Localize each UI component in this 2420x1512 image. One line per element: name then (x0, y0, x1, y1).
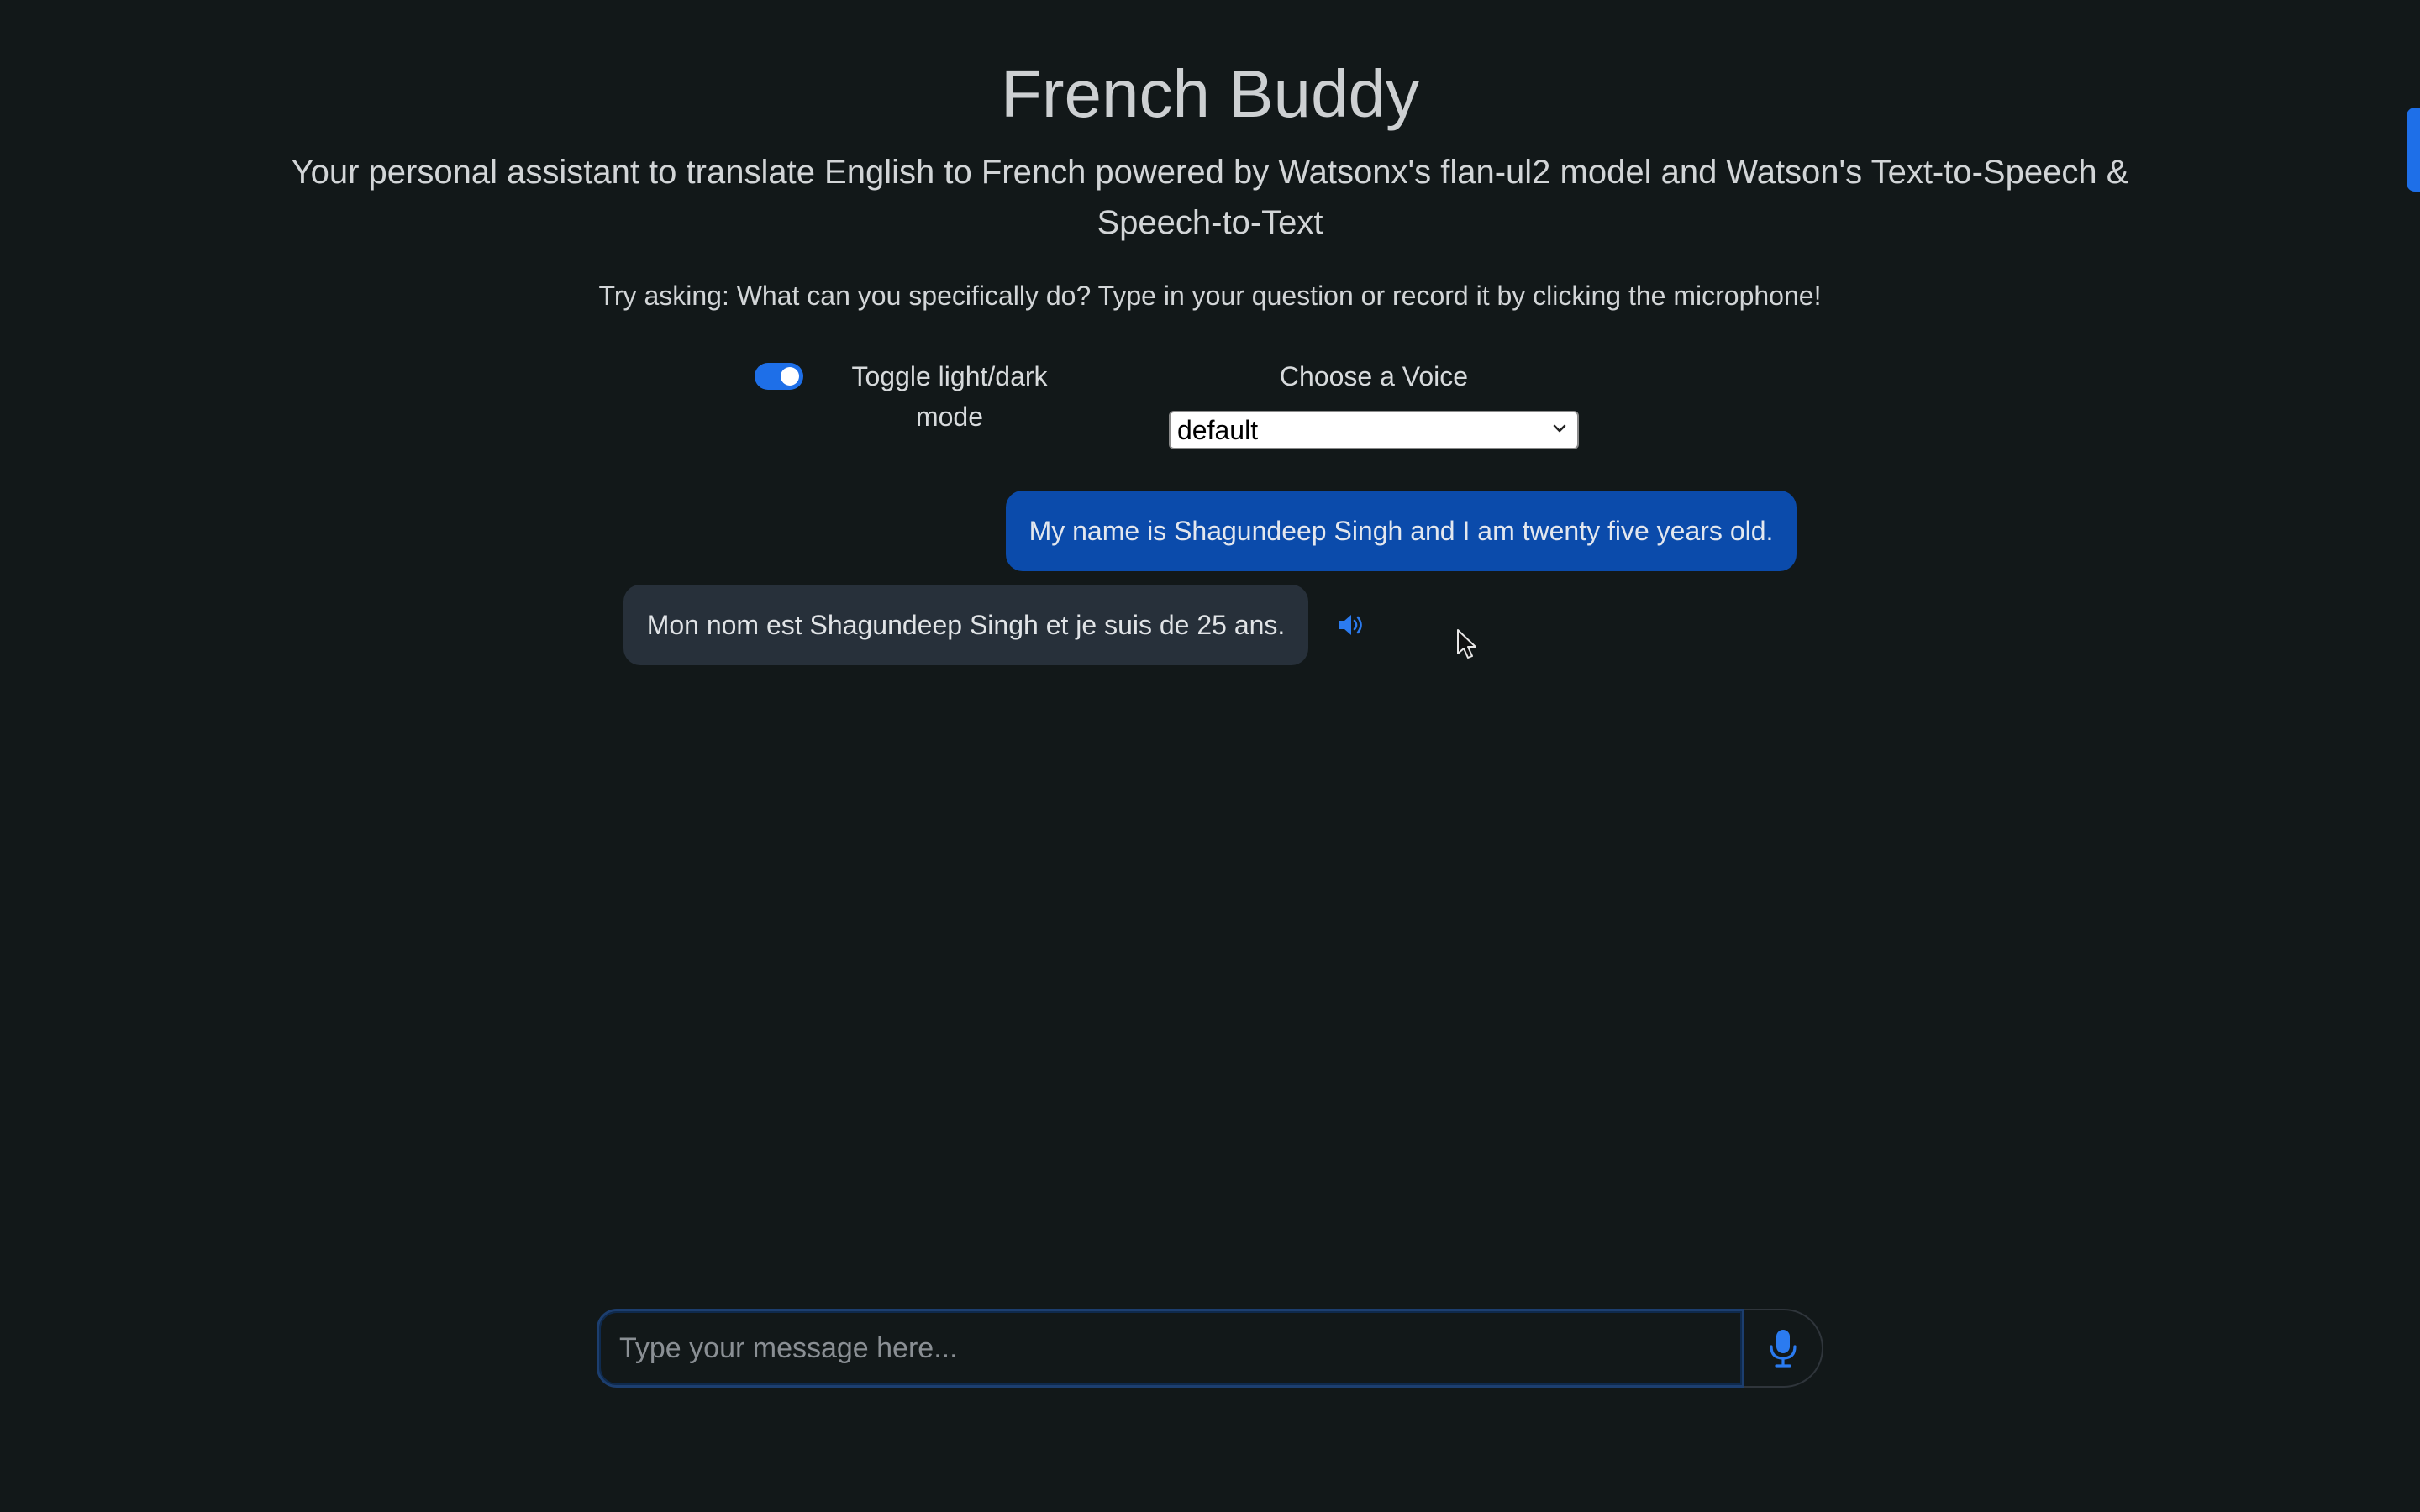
voice-label: Choose a Voice (1279, 361, 1469, 391)
bot-message-bubble: Mon nom est Shagundeep Singh et je suis … (623, 585, 1308, 665)
microphone-icon (1770, 1330, 1797, 1368)
microphone-button[interactable] (1744, 1309, 1823, 1388)
bot-message-text: Mon nom est Shagundeep Singh et je suis … (646, 609, 1286, 640)
chevron-down-icon (1553, 424, 1566, 433)
speaker-icon[interactable] (1336, 612, 1366, 638)
mouse-cursor-icon (1457, 629, 1476, 659)
message-composer (597, 1309, 1823, 1388)
voice-select[interactable]: default (1169, 411, 1579, 449)
usage-hint: Try asking: What can you specifically do… (598, 281, 1822, 311)
voice-select-value: default (1177, 414, 1259, 445)
side-panel-tab[interactable] (2407, 108, 2420, 192)
message-input[interactable] (597, 1309, 1744, 1388)
page: French Buddy Your personal assistant to … (0, 0, 2420, 1512)
page-title: French Buddy (1000, 56, 1420, 131)
theme-toggle-switch[interactable] (755, 363, 803, 390)
user-message-text: My name is Shagundeep Singh and I am twe… (1028, 515, 1774, 546)
user-message-bubble: My name is Shagundeep Singh and I am twe… (1006, 491, 1797, 571)
toggle-knob (781, 367, 799, 386)
page-subtitle: Your personal assistant to translate Eng… (291, 154, 2129, 241)
theme-toggle-label: Toggle light/dark mode (851, 361, 1048, 432)
